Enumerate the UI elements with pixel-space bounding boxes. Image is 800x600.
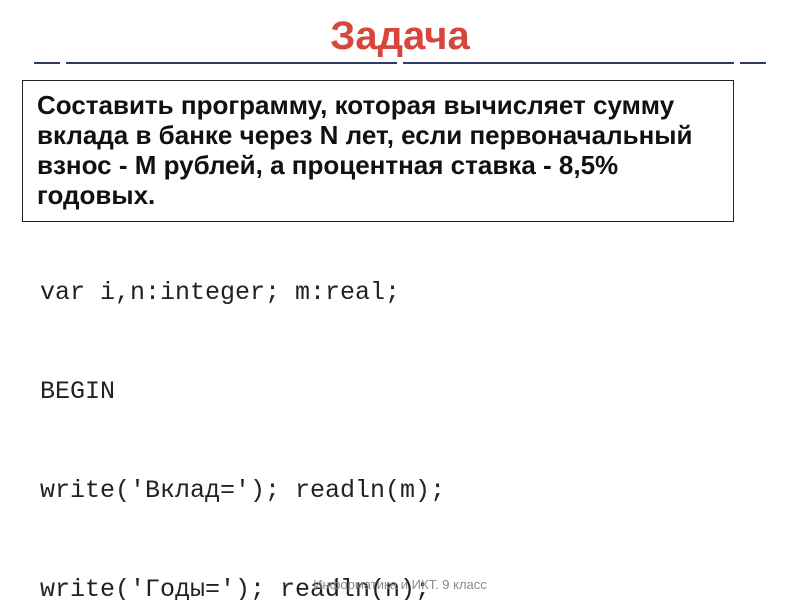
task-description: Составить программу, которая вычисляет с… [22, 80, 734, 222]
slide-title: Задача [0, 14, 800, 59]
code-line: BEGIN [40, 375, 760, 408]
underline-line-right [403, 62, 734, 64]
underline-line-left [66, 62, 397, 64]
slide-footer: Информатика и ИКТ. 9 класс [0, 577, 800, 592]
code-listing: var i,n:integer; m:real; BEGIN write('Вк… [40, 210, 760, 600]
code-line: write('Вклад='); readln(m); [40, 474, 760, 507]
code-line: var i,n:integer; m:real; [40, 276, 760, 309]
underline-dash-left [34, 62, 60, 64]
underline-dash-right [740, 62, 766, 64]
title-underline [34, 62, 766, 64]
